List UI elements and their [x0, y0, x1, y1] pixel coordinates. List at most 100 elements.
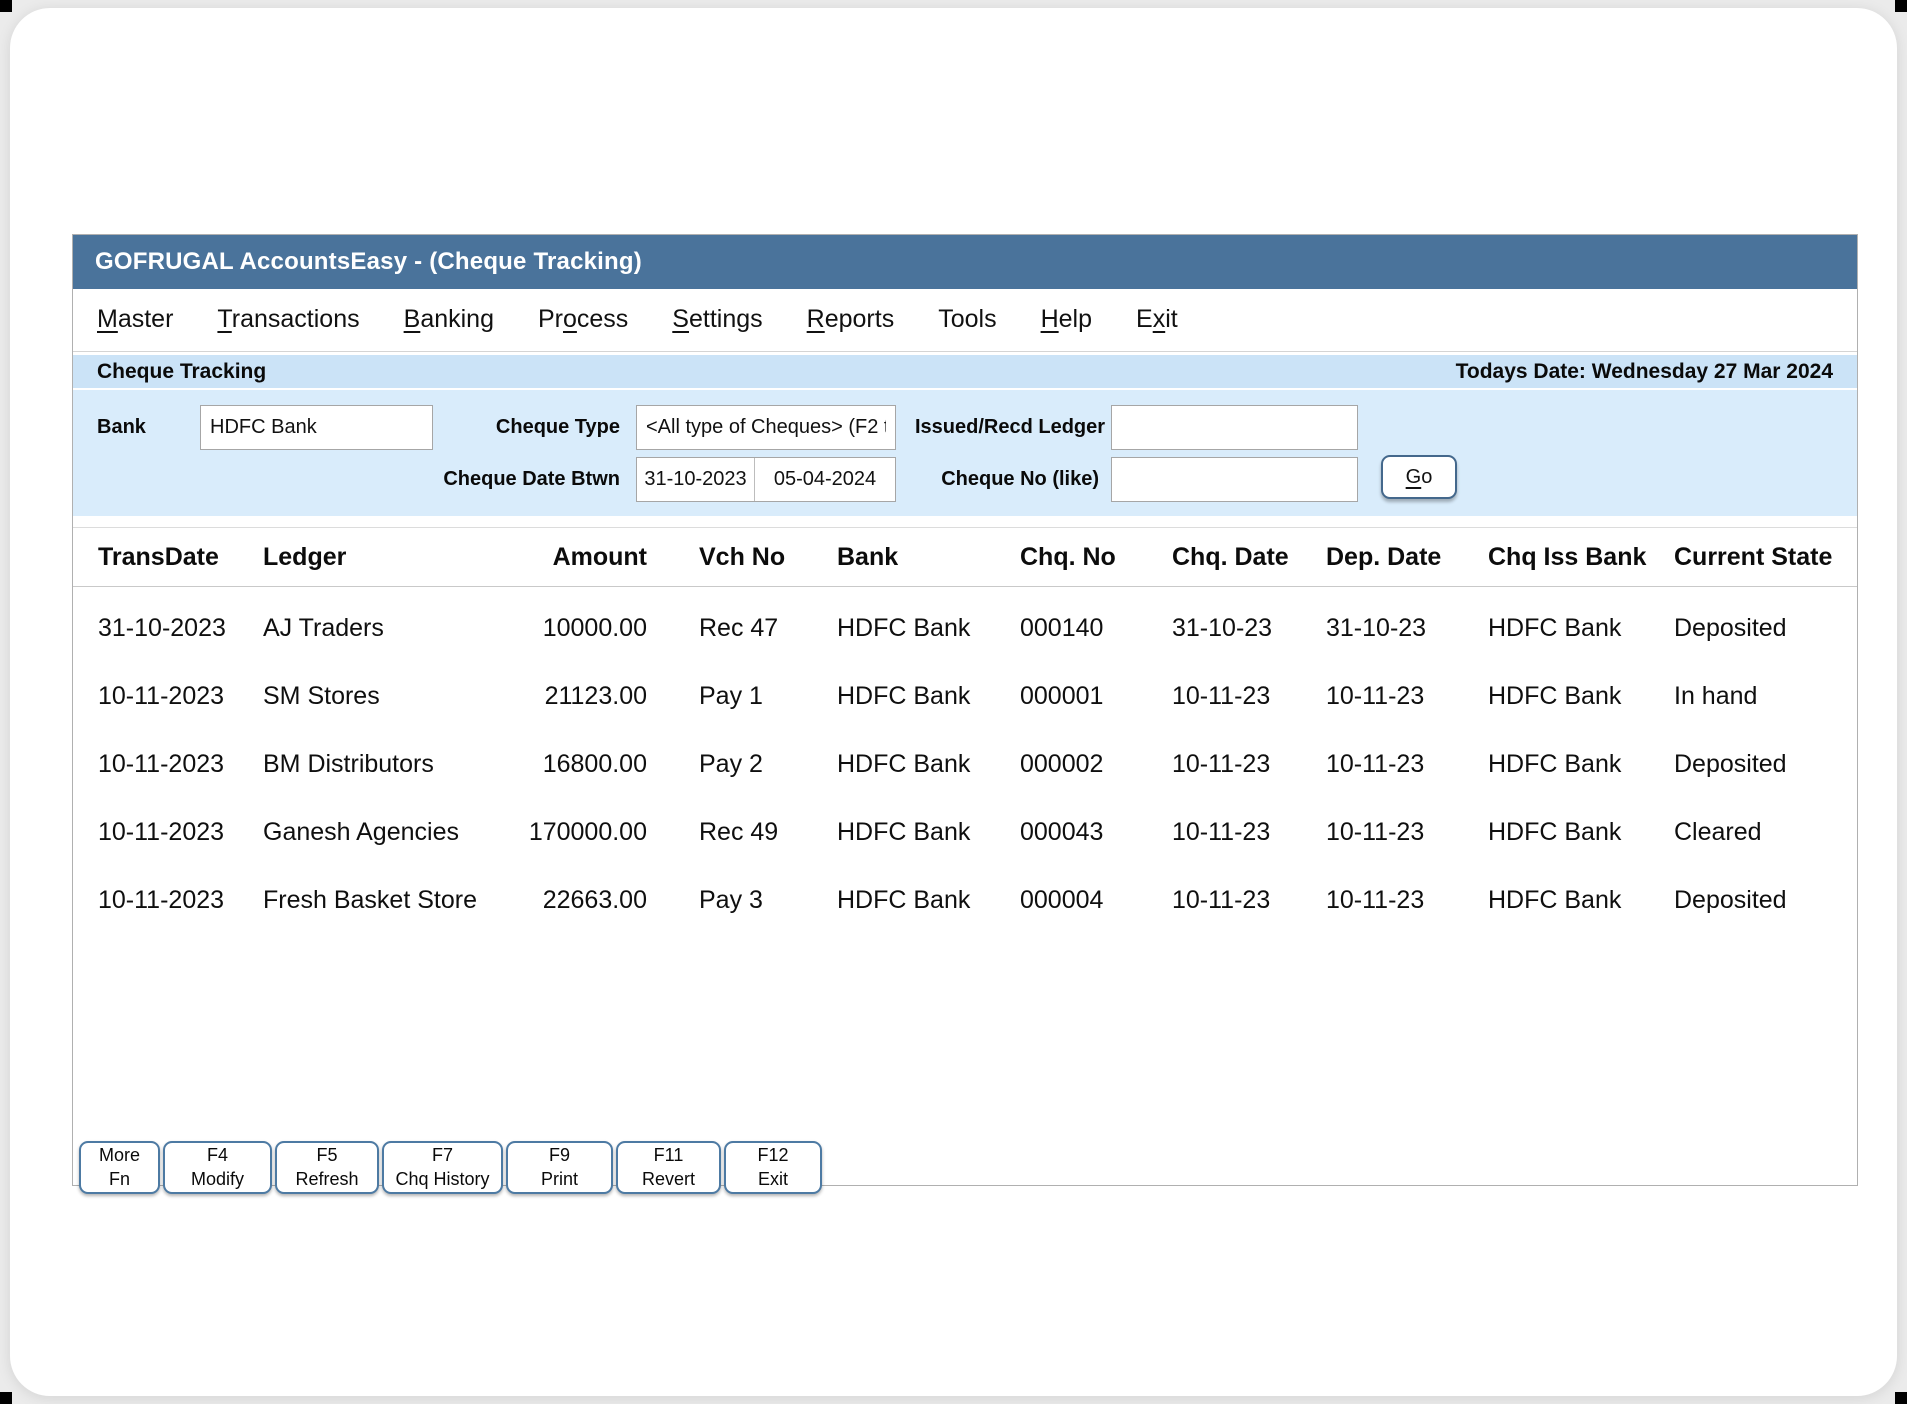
column-header-chq-date: Chq. Date: [1172, 543, 1326, 572]
table-header: TransDate Ledger Amount Vch No Bank Chq.…: [73, 527, 1857, 587]
corner-mark: [1895, 0, 1907, 12]
table-cell-chq-date: 10-11-23: [1172, 750, 1326, 779]
table-cell-current-state: Cleared: [1674, 818, 1857, 847]
table-cell-chq-no: 000004: [1020, 886, 1172, 915]
table-cell-ledger: SM Stores: [263, 682, 493, 711]
go-button[interactable]: Go: [1381, 455, 1457, 499]
table-cell-amount: 10000.00: [493, 614, 699, 643]
table-cell-current-state: Deposited: [1674, 750, 1857, 779]
filter-panel: Bank Cheque Type Issued/Recd Ledger Cheq…: [73, 390, 1857, 516]
table-cell-vch-no: Rec 49: [699, 818, 837, 847]
app-window: GOFRUGAL AccountsEasy - (Cheque Tracking…: [72, 234, 1858, 1186]
table-cell-vch-no: Pay 1: [699, 682, 837, 711]
menu-bar: Master Transactions Banking Process Sett…: [73, 289, 1857, 352]
table-row[interactable]: 10-11-2023Ganesh Agencies170000.00Rec 49…: [73, 798, 1857, 866]
cheque-type-input[interactable]: [636, 405, 896, 450]
table-cell-chq-no: 000001: [1020, 682, 1172, 711]
table-cell-chq-iss-bank: HDFC Bank: [1488, 614, 1674, 643]
table-cell-transdate: 10-11-2023: [98, 750, 263, 779]
corner-mark: [0, 0, 12, 12]
corner-mark: [1895, 1392, 1907, 1404]
bank-label: Bank: [97, 405, 146, 450]
menu-settings[interactable]: Settings: [672, 289, 762, 351]
cheque-no-like-input[interactable]: [1111, 457, 1358, 502]
table-cell-chq-date: 10-11-23: [1172, 818, 1326, 847]
issued-recd-ledger-label: Issued/Recd Ledger: [915, 405, 1099, 450]
f7-chq-history-button[interactable]: F7Chq History: [382, 1141, 503, 1194]
column-header-amount: Amount: [493, 543, 699, 572]
menu-help[interactable]: Help: [1041, 289, 1092, 351]
table-cell-vch-no: Pay 2: [699, 750, 837, 779]
table-cell-amount: 21123.00: [493, 682, 699, 711]
table-cell-dep-date: 31-10-23: [1326, 614, 1488, 643]
table-cell-dep-date: 10-11-23: [1326, 818, 1488, 847]
menu-exit[interactable]: Exit: [1136, 289, 1178, 351]
cheque-type-label: Cheque Type: [453, 405, 620, 450]
page-title: Cheque Tracking: [97, 360, 266, 384]
table-cell-vch-no: Rec 47: [699, 614, 837, 643]
table-cell-dep-date: 10-11-23: [1326, 682, 1488, 711]
function-button-bar: MoreFn F4Modify F5Refresh F7Chq History …: [79, 1141, 822, 1194]
table-row[interactable]: 31-10-2023AJ Traders10000.00Rec 47 HDFC B…: [73, 594, 1857, 662]
table-row[interactable]: 10-11-2023BM Distributors16800.00Pay 2 HD…: [73, 730, 1857, 798]
table-cell-chq-iss-bank: HDFC Bank: [1488, 682, 1674, 711]
table-cell-chq-no: 000140: [1020, 614, 1172, 643]
table-cell-current-state: Deposited: [1674, 886, 1857, 915]
table-cell-amount: 22663.00: [493, 886, 699, 915]
corner-mark: [0, 1392, 12, 1404]
window-title-bar: GOFRUGAL AccountsEasy - (Cheque Tracking…: [73, 235, 1857, 289]
f9-print-button[interactable]: F9Print: [506, 1141, 613, 1194]
bank-input[interactable]: [200, 405, 433, 450]
table-cell-ledger: Ganesh Agencies: [263, 818, 493, 847]
table-cell-chq-iss-bank: HDFC Bank: [1488, 750, 1674, 779]
menu-transactions[interactable]: Transactions: [217, 289, 359, 351]
table-cell-transdate: 31-10-2023: [98, 614, 263, 643]
table-cell-chq-date: 10-11-23: [1172, 682, 1326, 711]
table-row[interactable]: 10-11-2023SM Stores21123.00Pay 1HDFC Ban…: [73, 662, 1857, 730]
cheque-no-like-label: Cheque No (like): [923, 457, 1099, 502]
f5-refresh-button[interactable]: F5Refresh: [275, 1141, 379, 1194]
menu-process[interactable]: Process: [538, 289, 628, 351]
table-cell-current-state: In hand: [1674, 682, 1857, 711]
table-row[interactable]: 10-11-2023Fresh Basket Store22663.00Pay …: [73, 866, 1857, 934]
table-cell-chq-no: 000043: [1020, 818, 1172, 847]
table-cell-chq-iss-bank: HDFC Bank: [1488, 818, 1674, 847]
table-cell-chq-date: 10-11-23: [1172, 886, 1326, 915]
column-header-chq-iss-bank: Chq Iss Bank: [1488, 543, 1674, 572]
column-header-bank: Bank: [837, 543, 1020, 572]
f11-revert-button[interactable]: F11Revert: [616, 1141, 721, 1194]
table-cell-ledger: BM Distributors: [263, 750, 493, 779]
table-cell-transdate: 10-11-2023: [98, 886, 263, 915]
table-cell-bank: HDFC Bank: [837, 682, 1020, 711]
f12-exit-button[interactable]: F12Exit: [724, 1141, 822, 1194]
menu-tools[interactable]: Tools: [938, 289, 996, 351]
table-cell-dep-date: 10-11-23: [1326, 750, 1488, 779]
column-header-current-state: Current State: [1674, 543, 1857, 572]
table-cell-amount: 170000.00: [493, 818, 699, 847]
table-cell-bank: HDFC Bank: [837, 886, 1020, 915]
table-body: 31-10-2023AJ Traders10000.00Rec 47 HDFC B…: [73, 588, 1857, 1140]
more-fn-button[interactable]: MoreFn: [79, 1141, 160, 1194]
issued-recd-ledger-input[interactable]: [1111, 405, 1358, 450]
cheque-date-from-input[interactable]: [637, 458, 755, 501]
table-cell-transdate: 10-11-2023: [98, 682, 263, 711]
status-bar: Cheque Tracking Todays Date: Wednesday 2…: [73, 355, 1857, 388]
table-cell-vch-no: Pay 3: [699, 886, 837, 915]
menu-master[interactable]: Master: [97, 289, 173, 351]
column-header-chq-no: Chq. No: [1020, 543, 1172, 572]
table-cell-ledger: Fresh Basket Store: [263, 886, 493, 915]
table-cell-chq-date: 31-10-23: [1172, 614, 1326, 643]
table-cell-amount: 16800.00: [493, 750, 699, 779]
table-cell-bank: HDFC Bank: [837, 818, 1020, 847]
table-cell-dep-date: 10-11-23: [1326, 886, 1488, 915]
menu-reports[interactable]: Reports: [807, 289, 895, 351]
table-cell-ledger: AJ Traders: [263, 614, 493, 643]
menu-banking[interactable]: Banking: [404, 289, 494, 351]
f4-modify-button[interactable]: F4Modify: [163, 1141, 272, 1194]
cheque-date-to-input[interactable]: [755, 458, 895, 501]
window-title: GOFRUGAL AccountsEasy - (Cheque Tracking…: [95, 248, 642, 275]
cheque-date-btwn-label: Cheque Date Btwn: [423, 457, 620, 502]
table-cell-chq-no: 000002: [1020, 750, 1172, 779]
cheque-date-range: [636, 457, 896, 502]
column-header-dep-date: Dep. Date: [1326, 543, 1488, 572]
